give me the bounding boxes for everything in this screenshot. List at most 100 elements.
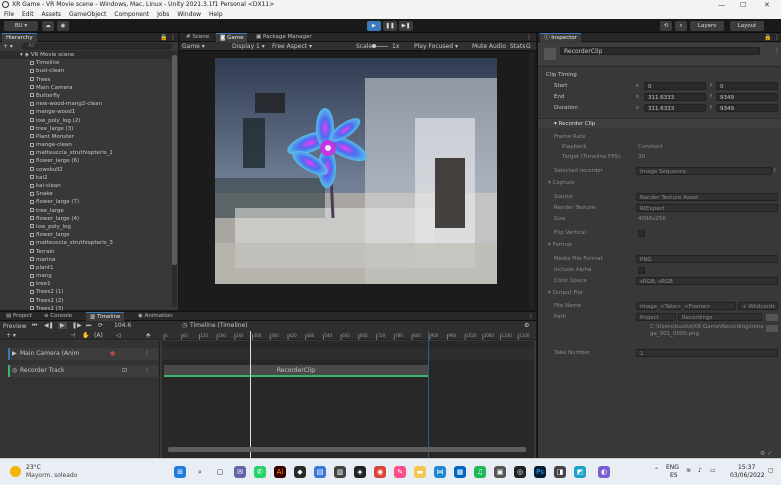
minimize-button[interactable]: —: [718, 0, 725, 10]
hierarchy-item[interactable]: Butterfly: [30, 92, 178, 100]
start-frames-field[interactable]: 0: [716, 82, 778, 90]
more-options-icon[interactable]: ⋮: [774, 34, 780, 41]
add-object-button[interactable]: + ▾: [3, 43, 13, 50]
end-seconds-field[interactable]: 311.6333: [644, 93, 706, 101]
preset-icon[interactable]: ⁞: [774, 167, 776, 176]
tab-console[interactable]: ≡ Console: [40, 312, 76, 321]
hierarchy-item[interactable]: tree1: [30, 280, 178, 288]
clock-date[interactable]: 03/06/2022: [730, 472, 765, 479]
settings-icon[interactable]: ⋮: [774, 47, 780, 54]
search-icon[interactable]: ⌕: [194, 466, 206, 478]
app-icon[interactable]: ◆: [294, 466, 306, 478]
collab-icon[interactable]: ◉: [57, 21, 69, 31]
preview-toggle[interactable]: Preview: [3, 323, 26, 330]
track-header-recorder[interactable]: ◎ Recorder Track ⊡ ⋮: [8, 365, 158, 377]
hierarchy-search-input[interactable]: All: [22, 43, 172, 50]
path-root-dropdown[interactable]: Project: [636, 313, 676, 321]
tab-timeline[interactable]: ▥ Timeline: [86, 312, 125, 321]
scene-row[interactable]: ▾ ◈ VR Movie scene: [0, 51, 178, 60]
language-code[interactable]: ENG: [666, 464, 679, 471]
flip-vertical-checkbox[interactable]: [638, 230, 645, 237]
volume-icon[interactable]: ♪: [698, 467, 702, 474]
inspector-footer-icons[interactable]: ⚙ ✓: [760, 450, 772, 457]
play-focused-dropdown[interactable]: Play Focused ▾: [414, 43, 458, 50]
tab-game[interactable]: ◙ Game: [216, 33, 248, 42]
color-space-dropdown[interactable]: sRGB, sRGB: [636, 277, 778, 285]
more-options-icon[interactable]: ⋮: [528, 313, 534, 320]
vscode-icon[interactable]: ⋈: [434, 466, 446, 478]
battery-icon[interactable]: ▭: [710, 467, 716, 474]
hierarchy-item[interactable]: low_poly_log: [30, 223, 178, 231]
recorder-clip-section[interactable]: ▾ Recorder Clip: [538, 118, 781, 128]
app-icon[interactable]: ◐: [598, 466, 610, 478]
target-fps-value[interactable]: 30: [638, 153, 645, 162]
hierarchy-item[interactable]: mang: [30, 272, 178, 280]
hierarchy-item[interactable]: Timeline: [30, 59, 178, 67]
chevron-up-icon[interactable]: ⌃: [654, 467, 659, 474]
account-button[interactable]: BU ▾: [4, 21, 38, 31]
menu-window[interactable]: Window: [177, 11, 201, 18]
start-seconds-field[interactable]: 0: [644, 82, 706, 90]
frame-field[interactable]: 104.6: [114, 322, 154, 329]
hierarchy-item[interactable]: kai-clean: [30, 182, 178, 190]
folder-icon[interactable]: ▬: [414, 466, 426, 478]
hierarchy-item[interactable]: Trees: [30, 76, 178, 84]
hierarchy-item[interactable]: Snake: [30, 190, 178, 198]
timeline-ruler[interactable]: 0 60 120 180 240 300 360 420 480 540 600 660 720 780 8…: [162, 331, 534, 340]
store-icon[interactable]: ▦: [454, 466, 466, 478]
whatsapp-icon[interactable]: ✆: [254, 466, 266, 478]
recorder-clip[interactable]: RecorderClip: [164, 365, 428, 377]
start-icon[interactable]: ⊞: [174, 466, 186, 478]
game-view-scrollbar[interactable]: [529, 53, 534, 309]
source-dropdown[interactable]: Render Texture Asset: [636, 193, 778, 201]
browse-folder-button[interactable]: [766, 314, 778, 321]
track-options-icon[interactable]: ⋮: [144, 367, 150, 374]
track-options-icon[interactable]: ⋮: [144, 350, 150, 357]
include-alpha-checkbox[interactable]: [638, 267, 645, 274]
more-options-icon[interactable]: ⋮: [526, 34, 532, 41]
go-start-button[interactable]: ⏮: [32, 322, 37, 330]
more-options-icon[interactable]: ⋮: [170, 34, 176, 41]
menu-file[interactable]: File: [4, 11, 14, 18]
photoshop-icon[interactable]: Ps: [534, 466, 546, 478]
hierarchy-item[interactable]: flower_large (4): [30, 215, 178, 223]
menu-assets[interactable]: Assets: [42, 11, 62, 18]
hierarchy-item[interactable]: Plant Monster: [30, 133, 178, 141]
display-dropdown[interactable]: Display 1 ▾: [232, 43, 265, 50]
marker-icon[interactable]: (A): [94, 332, 103, 339]
app-icon[interactable]: ◩: [574, 466, 586, 478]
hierarchy-item[interactable]: matteuccia_struthiopteris_1: [30, 149, 178, 157]
cloud-icon[interactable]: ☁: [42, 21, 54, 31]
snap-icon[interactable]: ⊣: [70, 332, 75, 339]
hierarchy-item[interactable]: tree_large: [30, 207, 178, 215]
app-icon[interactable]: ▣: [494, 466, 506, 478]
unity-icon[interactable]: ◈: [354, 466, 366, 478]
hierarchy-item[interactable]: flower_large: [30, 231, 178, 239]
hierarchy-item[interactable]: kai2: [30, 174, 178, 182]
hierarchy-item[interactable]: Main Camera: [30, 84, 178, 92]
hierarchy-item[interactable]: flower_large (6): [30, 157, 178, 165]
path-folder-field[interactable]: Recordings: [678, 313, 762, 321]
main-camera-track-lane[interactable]: [162, 348, 534, 360]
weather-icon[interactable]: [10, 466, 21, 477]
spotify-icon[interactable]: ♫: [474, 466, 486, 478]
tab-animation[interactable]: ◉ Animation: [134, 312, 177, 321]
github-icon[interactable]: ◎: [514, 466, 526, 478]
record-button[interactable]: ●: [110, 350, 115, 357]
hierarchy-item[interactable]: Trees2 (2): [30, 297, 178, 305]
tab-hierarchy[interactable]: Hierarchy: [2, 33, 37, 42]
hierarchy-item[interactable]: busi-clean: [30, 67, 178, 75]
timeline-settings-icon[interactable]: ⚙: [524, 322, 529, 329]
hierarchy-item[interactable]: Terrain: [30, 248, 178, 256]
notification-icon[interactable]: ▢: [768, 467, 774, 474]
play-button[interactable]: ▶: [367, 21, 381, 31]
region-code[interactable]: ES: [670, 472, 678, 479]
hierarchy-item[interactable]: plant1: [30, 264, 178, 272]
prev-frame-button[interactable]: ◀❚: [44, 322, 54, 329]
tab-scene[interactable]: # Scene: [182, 33, 213, 42]
capture-heading[interactable]: ▾ Capture: [548, 179, 574, 188]
format-heading[interactable]: ▾ Format: [548, 241, 572, 250]
loop-button[interactable]: ⟳: [98, 322, 103, 329]
tab-inspector[interactable]: ⓘ Inspector: [540, 33, 581, 42]
menu-gameobject[interactable]: GameObject: [69, 11, 106, 18]
